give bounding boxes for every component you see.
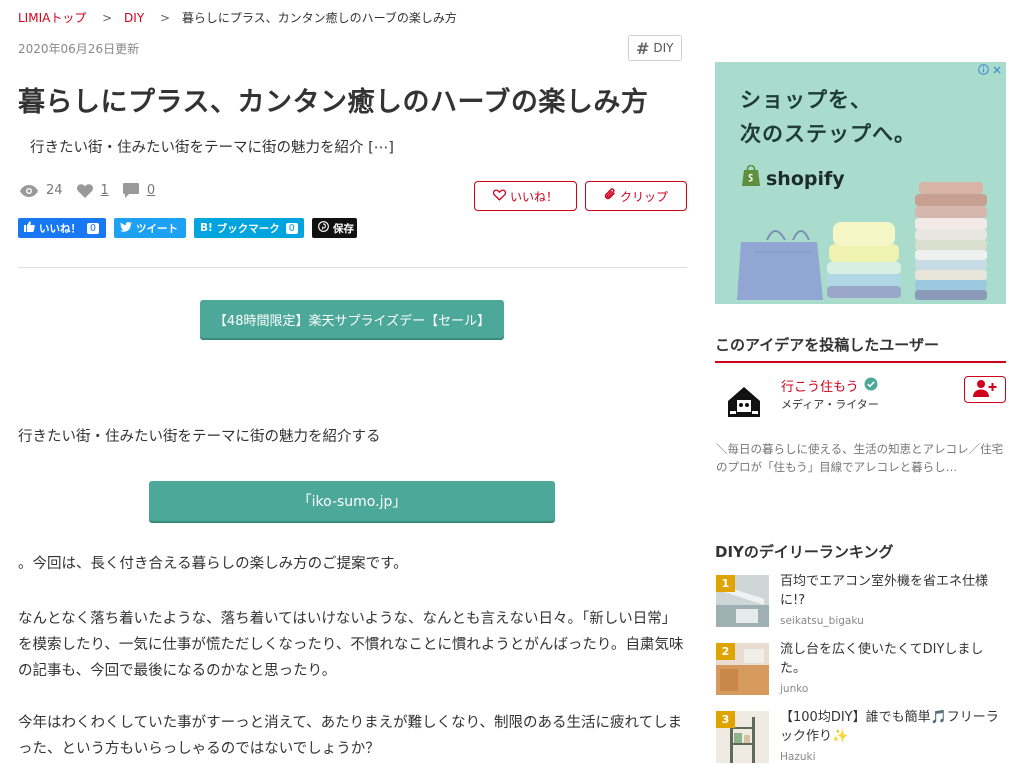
views-count: 24 [46, 183, 63, 198]
twitter-bird-icon [120, 221, 132, 235]
ranking-item-title: 【100均DIY】誰でも簡単🎵フリーラック作り✨ [780, 710, 999, 744]
hatena-bookmark-label: ブックマーク [216, 222, 280, 235]
avatar[interactable] [724, 381, 764, 421]
ranking-item[interactable]: 2 流し台を広く使いたくてDIYしました。 junko [716, 642, 1006, 697]
hash-icon: # [636, 38, 650, 58]
article-stats: 24 1 0 [20, 183, 169, 198]
user-description: ＼毎日の暮らしに使える、生活の知恵とアレコレ／住宅のプロが「住もう」目線でアレコ… [716, 442, 1004, 474]
tag-diy[interactable]: # DIY [628, 35, 682, 61]
hatena-b-icon: B! [200, 222, 213, 234]
rank-badge: 3 [716, 711, 735, 728]
ranking-item[interactable]: 1 百均でエアコン室外機を省エネ仕様に!? seikatsu_bigaku [716, 574, 1006, 629]
thumbs-up-icon [24, 221, 35, 235]
ranking-item-author: Hazuki [780, 751, 816, 763]
breadcrumb-current: 暮らしにプラス、カンタン癒しのハーブの楽しみ方 [181, 11, 457, 25]
breadcrumb: LIMIAトップ > DIY > 暮らしにプラス、カンタン癒しのハーブの楽しみ方 [18, 9, 457, 26]
user-section-title: このアイデアを投稿したユーザー [715, 334, 1006, 363]
ranking-item-title: 百均でエアコン室外機を省エネ仕様に!? [780, 574, 989, 608]
facebook-like-count: 0 [87, 222, 100, 234]
article-lead: 行きたい街・住みたい街をテーマに街の魅力を紹介 [⋯] [30, 140, 394, 156]
user-name-link[interactable]: 行こう住もう [781, 376, 878, 395]
ranking-section-title: DIYのデイリーランキング [715, 543, 894, 561]
updated-date: 2020年06月26日更新 [18, 42, 140, 56]
ranking-item-author: seikatsu_bigaku [780, 615, 864, 627]
comment-icon [122, 183, 139, 198]
clip-button-label: クリップ [619, 189, 668, 204]
info-icon [978, 64, 989, 78]
article-paragraph: 行きたい街・住みたい街をテーマに街の魅力を紹介する [18, 429, 381, 445]
pinterest-save-label: 保存 [333, 222, 354, 235]
pinterest-save-button[interactable]: 保存 [312, 218, 357, 238]
add-user-icon [973, 379, 997, 401]
article-paragraph: なんとなく落ち着いたような、落ち着いてはいけないような、なんとも言えない日々。「… [18, 611, 684, 679]
rank-badge: 1 [716, 575, 735, 592]
rank-badge: 2 [716, 643, 735, 660]
clip-button[interactable]: クリップ [585, 181, 687, 211]
ranking-item-author: junko [780, 683, 809, 695]
user-name: 行こう住もう [781, 380, 859, 395]
like-button-label: いいね！ [509, 189, 558, 204]
tweet-button[interactable]: ツイート [114, 218, 186, 238]
ranking-item[interactable]: 3 【100均DIY】誰でも簡単🎵フリーラック作り✨ Hazuki [716, 710, 1006, 765]
likes-count[interactable]: 1 [101, 183, 109, 198]
ad-headline: 次のステップへ。 [740, 122, 916, 146]
breadcrumb-category-link[interactable]: DIY [124, 11, 144, 25]
comments-count[interactable]: 0 [147, 183, 155, 198]
page-title: 暮らしにプラス、カンタン癒しのハーブの楽しみ方 [18, 87, 649, 118]
rakuten-sale-button[interactable]: 【48時間限定】楽天サプライズデー【セール】 [200, 300, 504, 338]
heart-icon [76, 183, 93, 198]
like-button[interactable]: いいね！ [474, 181, 577, 211]
tag-label: DIY [653, 41, 674, 55]
breadcrumb-separator: > [102, 11, 113, 25]
folded-clothes-illustration [737, 182, 987, 300]
breadcrumb-separator: > [159, 11, 171, 25]
article-paragraph: 今年はわくわくしていた事がすーっと消えて、あたりまえが難しくなり、制限のある生活… [18, 715, 683, 757]
ad-choices[interactable] [978, 64, 1002, 78]
verified-check-icon [864, 377, 878, 395]
follow-user-button[interactable] [964, 376, 1006, 403]
hatena-bookmark-button[interactable]: B! ブックマーク 0 [194, 218, 304, 238]
close-icon [992, 65, 1002, 78]
facebook-like-button[interactable]: いいね！ 0 [18, 218, 106, 238]
source-link-button[interactable]: 「iko-sumo.jp」 [149, 481, 555, 521]
eye-icon [20, 184, 38, 197]
facebook-like-label: いいね！ [39, 222, 81, 235]
breadcrumb-home-link[interactable]: LIMIAトップ [18, 11, 86, 25]
paperclip-icon [604, 188, 616, 204]
ranking-item-title: 流し台を広く使いたくてDIYしました。 [780, 642, 984, 676]
header-divider [18, 267, 687, 268]
heart-outline-icon [492, 188, 507, 204]
ad-headline: ショップを、 [740, 88, 872, 112]
user-role: メディア・ライター [781, 398, 879, 411]
tweet-label: ツイート [136, 222, 178, 235]
shopify-ad-banner[interactable]: ショップを、 次のステップへ。 shopify [715, 62, 1006, 304]
article-paragraph: 。今回は、長く付き合える暮らしの楽しみ方のご提案です。 [18, 556, 408, 572]
pinterest-icon [318, 221, 329, 235]
hatena-bookmark-count: 0 [285, 222, 298, 234]
